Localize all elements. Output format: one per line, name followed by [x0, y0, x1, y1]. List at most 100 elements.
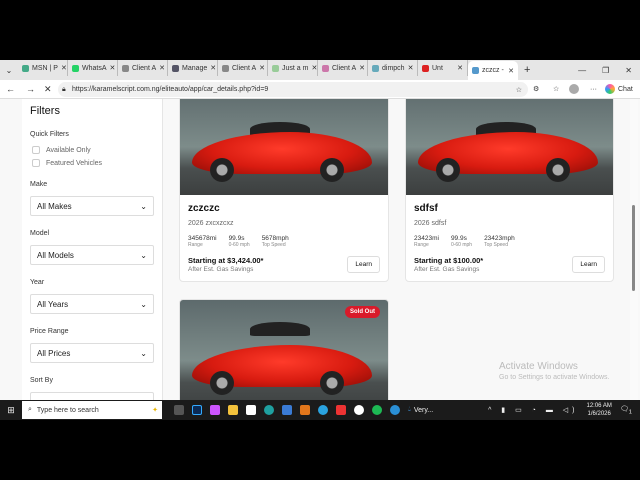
browser-tab[interactable]: Manage ✕ — [168, 60, 218, 76]
address-input[interactable]: 🔒︎ https://karamelscript.com.ng/eliteaut… — [58, 82, 528, 97]
back-button[interactable]: ← — [6, 84, 15, 94]
car-card[interactable]: zczczc 2026 zxcxzcxz 345678mi Range 99.9s… — [179, 99, 389, 282]
close-tab-icon[interactable]: ✕ — [311, 64, 317, 72]
filter-select[interactable]: All Years ⌄ — [30, 294, 154, 314]
browser-tab[interactable]: zczcz - ✕ — [468, 61, 518, 80]
address-bar-row: ← → ✕ 🔒︎ https://karamelscript.com.ng/el… — [0, 80, 640, 99]
edge-icon[interactable] — [264, 405, 274, 415]
windows-taskbar: ⊞ ⌕ Type here to search ✦ 💧︎ Very... ^ ▮ ▭… — [0, 400, 640, 420]
metamask-icon[interactable] — [300, 405, 310, 415]
spec-range: 23423mi Range — [414, 235, 439, 248]
start-button[interactable]: ⊞ — [0, 405, 22, 416]
tab-label: Client A — [332, 64, 357, 72]
more-menu-icon[interactable]: ··· — [590, 86, 597, 93]
tab-favicon-icon — [372, 64, 379, 72]
store-icon[interactable] — [246, 405, 256, 415]
tab-label: MSN | P — [32, 64, 58, 72]
tray-icons[interactable]: ^ ▮ ▭ ◔ ▬ ◁) — [488, 406, 578, 414]
spotify-icon[interactable] — [372, 405, 382, 415]
car-image — [180, 99, 388, 195]
chevron-down-icon: ⌄ — [140, 299, 147, 309]
site-info-icon[interactable]: 🔒︎ — [62, 86, 66, 94]
browser-tab[interactable]: Client A ✕ — [318, 60, 368, 76]
close-tab-icon[interactable]: ✕ — [359, 64, 365, 72]
tab-label: Unt — [432, 64, 443, 72]
featured-vehicles-checkbox[interactable]: Featured Vehicles — [30, 159, 154, 167]
scrollbar-thumb[interactable] — [632, 205, 635, 291]
scrollbar[interactable] — [630, 99, 638, 400]
wps-icon[interactable] — [336, 405, 346, 415]
photoshop-icon[interactable] — [192, 405, 202, 415]
spec-value: 345678mi — [188, 235, 217, 242]
close-tab-icon[interactable]: ✕ — [61, 64, 67, 72]
activate-windows-watermark: Activate Windows Go to Settings to activ… — [499, 361, 610, 381]
tab-favicon-icon — [472, 67, 479, 74]
clock-date: 1/6/2026 — [587, 411, 611, 417]
clock[interactable]: 12:06 AM 1/6/2026 — [587, 402, 612, 418]
close-tab-icon[interactable]: ✕ — [259, 64, 265, 72]
favorite-star-icon[interactable]: ☆ — [516, 86, 522, 94]
close-tab-icon[interactable]: ✕ — [159, 64, 165, 72]
filter-label: Year — [30, 279, 45, 286]
filter-select[interactable]: All Models ⌄ — [30, 245, 154, 265]
taskbar-search[interactable]: ⌕ Type here to search ✦ — [22, 401, 162, 419]
sort-by-select[interactable] — [30, 392, 154, 400]
forward-button[interactable]: → — [26, 84, 35, 94]
telegram-icon[interactable] — [318, 405, 328, 415]
copilot-icon[interactable] — [210, 405, 220, 415]
tab-actions-button[interactable]: ⌄ — [0, 66, 18, 75]
filter-select[interactable]: All Makes ⌄ — [30, 196, 154, 216]
spec-top-speed: 23423mph Top Speed — [484, 235, 515, 248]
spec-value: 23423mi — [414, 235, 439, 242]
car-card[interactable]: sdfsf 2026 sdfsf 23423mi Range 99.9s 0-60 … — [405, 99, 614, 282]
car-card[interactable]: Sold Out — [179, 299, 389, 400]
extensions-icon[interactable]: ⚙ — [533, 85, 539, 93]
profile-avatar[interactable] — [569, 84, 579, 94]
spec-value: 5678mph — [261, 235, 289, 242]
browser-tab[interactable]: Client A ✕ — [218, 60, 268, 76]
help-icon[interactable] — [390, 405, 400, 415]
browser-tab[interactable]: Just a m ✕ — [268, 60, 318, 76]
car-image: Sold Out — [180, 300, 388, 400]
browser-tab[interactable]: dimpch ✕ — [368, 60, 418, 76]
car-subtitle: 2026 sdfsf — [414, 220, 447, 227]
close-tab-icon[interactable]: ✕ — [508, 67, 514, 75]
chat-label: Chat — [618, 85, 633, 93]
new-tab-button[interactable]: + — [524, 64, 530, 76]
favorites-icon[interactable]: ☆ — [553, 85, 559, 93]
close-tab-icon[interactable]: ✕ — [110, 64, 116, 72]
spec-label: Top Speed — [484, 242, 508, 248]
task-view-icon[interactable] — [174, 405, 184, 415]
page-content: Filters Quick Filters Available Only Fea… — [0, 99, 640, 400]
browser-tab[interactable]: MSN | P ✕ — [18, 60, 68, 76]
spec-acceleration: 99.9s 0-60 mph — [229, 235, 250, 248]
mail-icon[interactable] — [282, 405, 292, 415]
browser-tab[interactable]: Unt ✕ — [418, 60, 468, 76]
close-tab-icon[interactable]: ✕ — [408, 64, 414, 72]
spec-label: Range — [188, 242, 203, 248]
car-name: sdfsf — [414, 203, 438, 214]
copilot-chat-button[interactable]: Chat — [605, 84, 633, 94]
wordpress-icon[interactable] — [354, 405, 364, 415]
browser-tab[interactable]: WhatsA ✕ — [68, 60, 118, 76]
close-window-button[interactable]: ✕ — [625, 66, 632, 75]
spec-value: 99.9s — [450, 235, 467, 242]
learn-button[interactable]: Learn — [347, 256, 380, 273]
close-tab-icon[interactable]: ✕ — [457, 64, 463, 72]
sort-by-label: Sort By — [30, 377, 53, 384]
browser-tab[interactable]: Client A ✕ — [118, 60, 168, 76]
available-only-checkbox[interactable]: Available Only — [30, 146, 154, 154]
weather-icon[interactable]: 💧︎ — [408, 406, 411, 414]
minimize-button[interactable]: — — [578, 66, 586, 75]
chevron-down-icon: ⌄ — [140, 348, 147, 358]
learn-button[interactable]: Learn — [572, 256, 605, 273]
close-tab-icon[interactable]: ✕ — [210, 64, 216, 72]
notification-button[interactable]: 🗨︎1 — [620, 405, 632, 415]
weather-text[interactable]: Very... — [414, 407, 433, 414]
spec-value: 99.9s — [228, 235, 245, 242]
restore-button[interactable]: ❐ — [602, 66, 609, 75]
file-explorer-icon[interactable] — [228, 405, 238, 415]
filter-select[interactable]: All Prices ⌄ — [30, 343, 154, 363]
stop-loading-button[interactable]: ✕ — [44, 84, 52, 95]
tab-favicon-icon — [172, 64, 179, 72]
